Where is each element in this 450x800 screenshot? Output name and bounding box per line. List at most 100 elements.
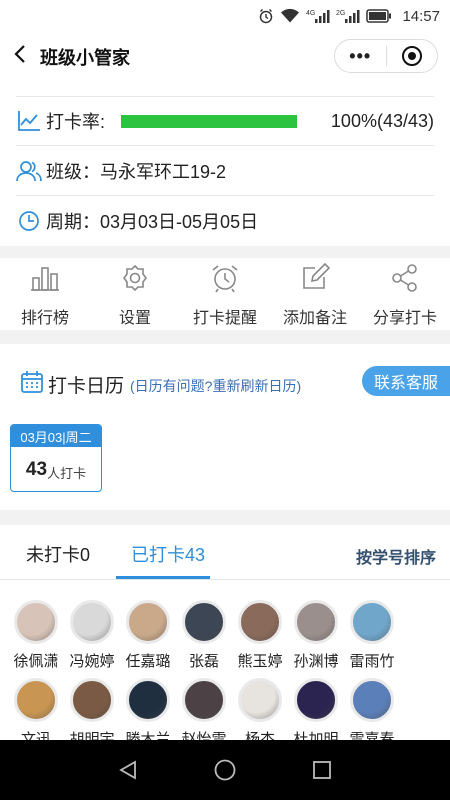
- signal-4g-icon: 4G: [306, 8, 330, 24]
- contact-service-button[interactable]: 联系客服: [362, 366, 450, 396]
- member-item[interactable]: 张磊: [176, 600, 232, 678]
- calendar-icon: [20, 370, 44, 399]
- share-checkin-button[interactable]: 分享打卡: [360, 258, 450, 330]
- member-item[interactable]: 熊玉婷: [232, 600, 288, 678]
- title-bar: 班级小管家 •••: [0, 32, 450, 82]
- clock-time: 14:57: [402, 7, 440, 25]
- clock-icon: [16, 208, 42, 234]
- member-grid: 徐佩潇冯婉婷任嘉璐张磊熊玉婷孙渊博雷雨竹文迅胡明宇滕木兰赵怡雪杨杰杜加明雷嘉春: [8, 600, 450, 756]
- tab-checked-in[interactable]: 已打卡43: [131, 541, 205, 567]
- section-divider: [0, 246, 450, 258]
- calendar-title: 打卡日历: [48, 376, 125, 397]
- calendar-day-card[interactable]: 03月03|周二 43 人打卡: [10, 424, 102, 492]
- day-card-body: 43 人打卡: [11, 447, 101, 491]
- class-name: 马永军环工19-2: [100, 161, 227, 182]
- triangle-back-icon: [119, 760, 137, 780]
- avatar: [14, 600, 58, 644]
- period-label: 周期：: [46, 212, 100, 232]
- page-title: 班级小管家: [40, 48, 130, 68]
- day-checkin-unit: 人打卡: [47, 465, 87, 481]
- avatar: [294, 600, 338, 644]
- avatar: [70, 678, 114, 722]
- alarm-status-icon: [258, 8, 274, 24]
- member-item[interactable]: 雷雨竹: [344, 600, 400, 678]
- member-name: 孙渊博: [293, 653, 339, 670]
- day-card-date: 03月03|周二: [11, 425, 101, 447]
- avatar: [182, 600, 226, 644]
- checkin-progress-bar: [121, 114, 298, 128]
- battery-icon: [366, 9, 392, 23]
- member-item[interactable]: 冯婉婷: [64, 600, 120, 678]
- avatar: [350, 600, 394, 644]
- share-icon: [390, 262, 420, 294]
- circle-home-icon: [214, 759, 236, 781]
- checkin-reminder-button[interactable]: 打卡提醒: [180, 258, 270, 330]
- class-info: 打卡率: 100%(43/43) 班级： 马永军环工19-2 周期： 03月03…: [16, 96, 434, 246]
- checkin-rate-label: 打卡率:: [46, 112, 106, 132]
- more-dots-icon: •••: [349, 46, 372, 66]
- ranking-button[interactable]: 排行榜: [0, 258, 90, 330]
- gear-icon: [120, 262, 150, 294]
- section-divider: [0, 510, 450, 525]
- avatar: [14, 678, 58, 722]
- more-button[interactable]: •••: [335, 40, 386, 72]
- progress-fill: [121, 114, 298, 128]
- calendar-header: 打卡日历 (日历有问题?重新刷新日历): [20, 370, 301, 399]
- action-label: 分享打卡: [372, 310, 437, 327]
- close-miniprogram-button[interactable]: [387, 40, 438, 72]
- member-name: 雷雨竹: [349, 653, 395, 670]
- status-bar: 4G 2G 14:57: [0, 0, 450, 32]
- member-item[interactable]: 徐佩潇: [8, 600, 64, 678]
- svg-text:2G: 2G: [336, 10, 345, 17]
- avatar: [126, 678, 170, 722]
- period-value: 03月03日-05月05日: [100, 212, 259, 232]
- member-name: 冯婉婷: [69, 653, 115, 670]
- action-label: 打卡提醒: [192, 310, 257, 327]
- member-name: 任嘉璐: [125, 653, 171, 670]
- alarm-clock-icon: [210, 262, 240, 294]
- checkin-rate-value: 100%(43/43): [330, 110, 434, 131]
- users-icon: [16, 158, 42, 184]
- nav-back-button[interactable]: [108, 750, 148, 790]
- nav-home-button[interactable]: [205, 750, 245, 790]
- line-chart-icon: [16, 108, 42, 134]
- square-recents-icon: [312, 761, 331, 779]
- action-label: 设置: [118, 310, 151, 327]
- svg-text:4G: 4G: [306, 10, 315, 17]
- avatar: [238, 678, 282, 722]
- calendar-refresh-hint[interactable]: (日历有问题?重新刷新日历): [130, 376, 301, 396]
- target-icon: [401, 46, 422, 66]
- back-button[interactable]: [0, 44, 40, 70]
- settings-button[interactable]: 设置: [90, 258, 180, 330]
- nav-recents-button[interactable]: [302, 750, 342, 790]
- period-row: 周期： 03月03日-05月05日: [16, 196, 434, 246]
- member-name: 熊玉婷: [237, 653, 283, 670]
- bar-chart-icon: [30, 262, 60, 294]
- member-item[interactable]: 孙渊博: [288, 600, 344, 678]
- section-divider: [0, 330, 450, 344]
- member-name: 张磊: [188, 653, 219, 670]
- sort-by-student-id-button[interactable]: 按学号排序: [356, 544, 436, 568]
- avatar: [70, 600, 114, 644]
- chevron-left-icon: [14, 45, 25, 63]
- action-bar: 排行榜 设置 打卡提醒 添加备注 分享打卡: [0, 258, 450, 330]
- action-label: 添加备注: [282, 310, 347, 327]
- active-tab-indicator: [116, 576, 210, 579]
- wifi-icon: [280, 8, 300, 24]
- class-row: 班级： 马永军环工19-2: [16, 146, 434, 196]
- edit-icon: [300, 262, 330, 294]
- avatar: [182, 678, 226, 722]
- avatar: [350, 678, 394, 722]
- day-checkin-count: 43: [25, 459, 48, 480]
- signal-2g-icon: 2G: [336, 8, 360, 24]
- action-label: 排行榜: [20, 310, 69, 327]
- system-nav-bar: [0, 740, 450, 800]
- checkin-rate-row: 打卡率: 100%(43/43): [16, 96, 434, 146]
- tab-not-checked-in[interactable]: 未打卡0: [26, 541, 90, 567]
- add-note-button[interactable]: 添加备注: [270, 258, 360, 330]
- miniprogram-capsule: •••: [334, 39, 438, 73]
- avatar: [126, 600, 170, 644]
- member-name: 徐佩潇: [13, 653, 59, 670]
- member-item[interactable]: 任嘉璐: [120, 600, 176, 678]
- checkin-tabs: 未打卡0 已打卡43 按学号排序: [0, 525, 450, 580]
